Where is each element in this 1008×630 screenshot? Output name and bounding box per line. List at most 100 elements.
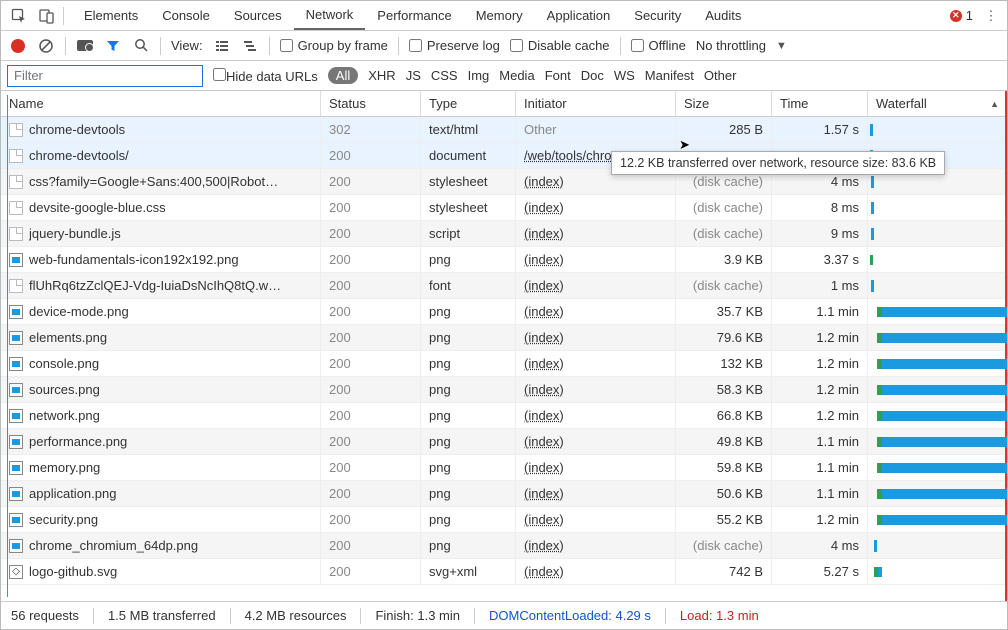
type-filter-manifest[interactable]: Manifest [645, 68, 694, 83]
col-status[interactable]: Status [321, 91, 421, 116]
tab-security[interactable]: Security [622, 1, 693, 30]
request-time: 1.2 min [772, 377, 868, 402]
table-row[interactable]: application.png200png(index)50.6 KB1.1 m… [1, 481, 1007, 507]
request-initiator[interactable]: (index) [524, 538, 564, 553]
tab-audits[interactable]: Audits [693, 1, 753, 30]
request-size: 55.2 KB [676, 507, 772, 532]
request-name: flUhRq6tzZclQEJ-Vdg-IuiaDsNcIhQ8tQ.w… [29, 278, 281, 293]
offline-checkbox[interactable]: Offline [631, 38, 686, 53]
table-row[interactable]: security.png200png(index)55.2 KB1.2 min [1, 507, 1007, 533]
group-by-frame-checkbox[interactable]: Group by frame [280, 38, 388, 53]
filter-toggle-button[interactable] [104, 37, 122, 55]
hide-data-urls-checkbox[interactable]: Hide data URLs [213, 68, 318, 84]
type-filter-img[interactable]: Img [468, 68, 490, 83]
table-row[interactable]: web-fundamentals-icon192x192.png200png(i… [1, 247, 1007, 273]
device-toolbar-icon[interactable] [33, 2, 61, 30]
filter-input[interactable] [7, 65, 203, 87]
table-row[interactable]: memory.png200png(index)59.8 KB1.1 min [1, 455, 1007, 481]
tab-elements[interactable]: Elements [72, 1, 150, 30]
search-button[interactable] [132, 37, 150, 55]
table-row[interactable]: logo-github.svg200svg+xml(index)742 B5.2… [1, 559, 1007, 585]
table-row[interactable]: chrome-devtools302text/htmlOther285 B1.5… [1, 117, 1007, 143]
large-rows-button[interactable] [213, 37, 231, 55]
request-initiator[interactable]: (index) [524, 564, 564, 579]
tab-performance[interactable]: Performance [365, 1, 463, 30]
request-initiator[interactable]: (index) [524, 304, 564, 319]
request-size: (disk cache) [676, 533, 772, 558]
error-indicator[interactable]: ✕ 1 [950, 8, 973, 23]
request-size: 285 B [676, 117, 772, 142]
preserve-log-checkbox[interactable]: Preserve log [409, 38, 500, 53]
table-row[interactable]: performance.png200png(index)49.8 KB1.1 m… [1, 429, 1007, 455]
disable-cache-checkbox[interactable]: Disable cache [510, 38, 610, 53]
type-filter-xhr[interactable]: XHR [368, 68, 395, 83]
request-initiator[interactable]: (index) [524, 382, 564, 397]
more-options-icon[interactable]: ⋮ [979, 8, 1003, 24]
waterfall-overview-button[interactable] [241, 37, 259, 55]
file-type-icon [9, 227, 23, 241]
type-filter-all[interactable]: All [328, 67, 358, 84]
col-type[interactable]: Type [421, 91, 516, 116]
col-waterfall[interactable]: Waterfall▲ [868, 91, 1007, 116]
request-time: 1.1 min [772, 299, 868, 324]
record-button[interactable] [9, 37, 27, 55]
request-waterfall [868, 533, 1007, 558]
request-type: png [421, 533, 516, 558]
request-initiator[interactable]: (index) [524, 408, 564, 423]
request-status: 200 [321, 195, 421, 220]
request-time: 1.2 min [772, 403, 868, 428]
request-initiator[interactable]: (index) [524, 512, 564, 527]
request-initiator[interactable]: (index) [524, 330, 564, 345]
table-row[interactable]: devsite-google-blue.css200stylesheet(ind… [1, 195, 1007, 221]
tab-network[interactable]: Network [294, 1, 366, 30]
col-time[interactable]: Time [772, 91, 868, 116]
request-size: 79.6 KB [676, 325, 772, 350]
screenshots-button[interactable] [76, 37, 94, 55]
type-filter-font[interactable]: Font [545, 68, 571, 83]
table-row[interactable]: console.png200png(index)132 KB1.2 min [1, 351, 1007, 377]
request-size: 35.7 KB [676, 299, 772, 324]
request-initiator[interactable]: (index) [524, 200, 564, 215]
tab-console[interactable]: Console [150, 1, 222, 30]
request-initiator: Other [524, 122, 557, 137]
request-initiator[interactable]: (index) [524, 226, 564, 241]
request-initiator[interactable]: (index) [524, 252, 564, 267]
request-initiator[interactable]: (index) [524, 356, 564, 371]
tab-sources[interactable]: Sources [222, 1, 294, 30]
request-initiator[interactable]: (index) [524, 278, 564, 293]
file-type-icon [9, 201, 23, 215]
request-name: device-mode.png [29, 304, 129, 319]
throttling-select[interactable]: No throttling [696, 38, 766, 53]
request-size: 66.8 KB [676, 403, 772, 428]
type-filter-doc[interactable]: Doc [581, 68, 604, 83]
clear-button[interactable] [37, 37, 55, 55]
request-size: 49.8 KB [676, 429, 772, 454]
request-waterfall [868, 455, 1007, 480]
tab-application[interactable]: Application [535, 1, 623, 30]
tab-memory[interactable]: Memory [464, 1, 535, 30]
type-filter-js[interactable]: JS [406, 68, 421, 83]
table-row[interactable]: elements.png200png(index)79.6 KB1.2 min [1, 325, 1007, 351]
type-filter-ws[interactable]: WS [614, 68, 635, 83]
col-initiator[interactable]: Initiator [516, 91, 676, 116]
type-filter-other[interactable]: Other [704, 68, 737, 83]
table-row[interactable]: device-mode.png200png(index)35.7 KB1.1 m… [1, 299, 1007, 325]
table-row[interactable]: sources.png200png(index)58.3 KB1.2 min [1, 377, 1007, 403]
file-type-icon [9, 409, 23, 423]
request-initiator[interactable]: (index) [524, 434, 564, 449]
request-type: stylesheet [421, 169, 516, 194]
type-filter-media[interactable]: Media [499, 68, 534, 83]
request-initiator[interactable]: (index) [524, 460, 564, 475]
request-initiator[interactable]: (index) [524, 174, 564, 189]
table-row[interactable]: network.png200png(index)66.8 KB1.2 min [1, 403, 1007, 429]
col-size[interactable]: Size [676, 91, 772, 116]
chevron-down-icon[interactable]: ▼ [776, 40, 787, 52]
type-filter-css[interactable]: CSS [431, 68, 458, 83]
table-row[interactable]: flUhRq6tzZclQEJ-Vdg-IuiaDsNcIhQ8tQ.w…200… [1, 273, 1007, 299]
inspect-element-icon[interactable] [5, 2, 33, 30]
table-row[interactable]: jquery-bundle.js200script(index)(disk ca… [1, 221, 1007, 247]
col-name[interactable]: Name [1, 91, 321, 116]
file-type-icon [9, 565, 23, 579]
request-initiator[interactable]: (index) [524, 486, 564, 501]
table-row[interactable]: chrome_chromium_64dp.png200png(index)(di… [1, 533, 1007, 559]
